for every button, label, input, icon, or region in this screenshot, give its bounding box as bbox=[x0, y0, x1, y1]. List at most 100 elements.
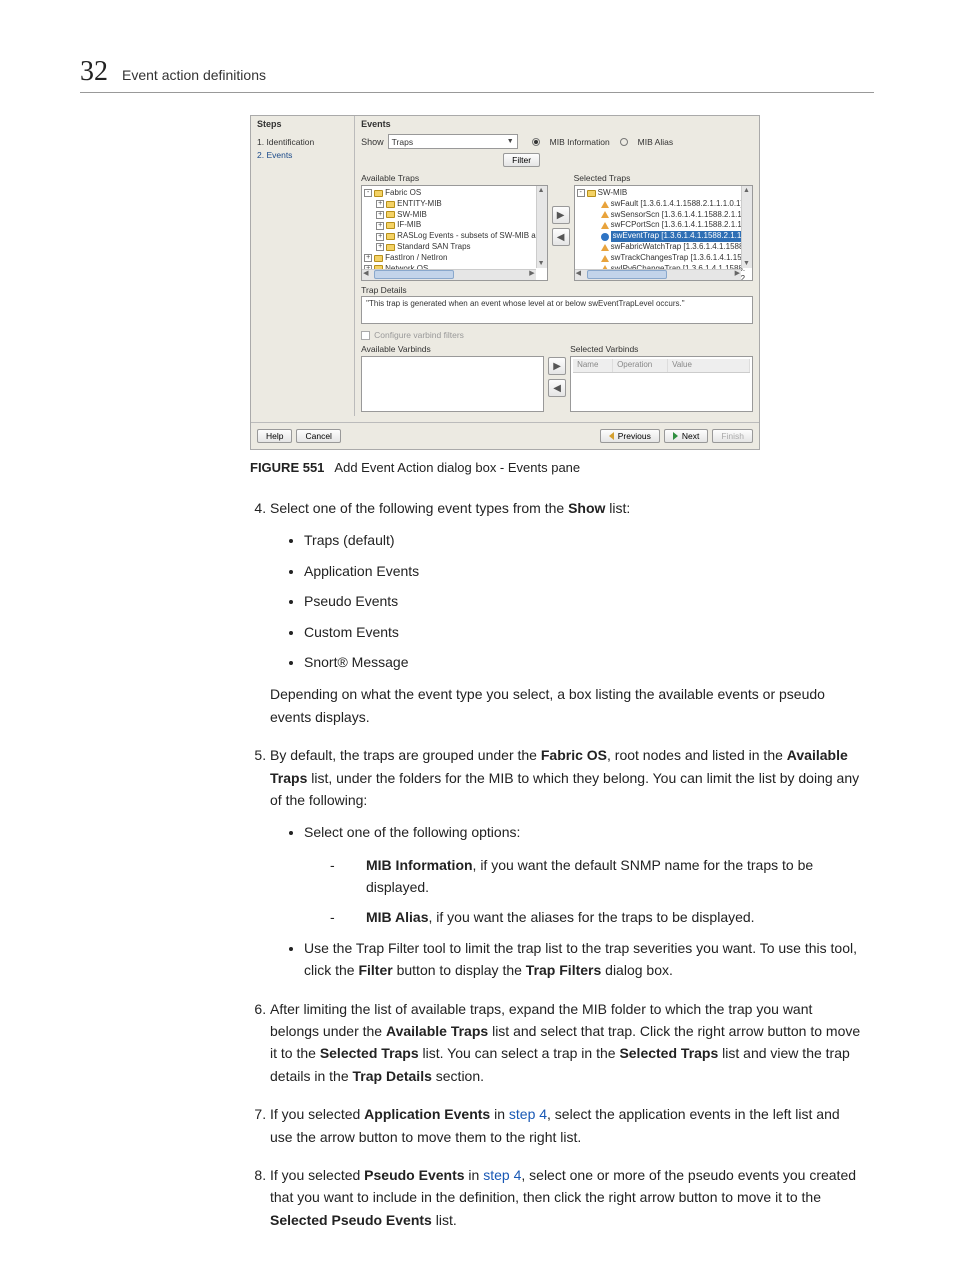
selected-traps-list[interactable]: - SW-MIB swFault [1.3.6.1.4.1.1588.2.1.1.… bbox=[574, 185, 753, 281]
events-title: Events bbox=[355, 116, 759, 132]
tree-node[interactable]: Standard SAN Traps bbox=[397, 242, 470, 253]
available-varbinds-list[interactable] bbox=[361, 356, 544, 412]
tree-node[interactable]: SW-MIB bbox=[397, 210, 427, 221]
tree-node[interactable]: RASLog Events - subsets of SW-MIB and bbox=[397, 231, 544, 242]
warning-icon bbox=[601, 222, 609, 229]
step-5: By default, the traps are grouped under … bbox=[270, 744, 864, 982]
steps-title: Steps bbox=[251, 116, 354, 132]
list-item: Pseudo Events bbox=[304, 590, 864, 612]
expand-icon[interactable]: + bbox=[376, 243, 384, 251]
tree-leaf[interactable]: swTrackChangesTrap [1.3.6.1.4.1.158 bbox=[611, 253, 746, 264]
list-item: Select one of the following options: MIB… bbox=[304, 821, 864, 929]
step-4-link[interactable]: step 4 bbox=[509, 1106, 547, 1122]
wizard-step[interactable]: 2. Events bbox=[257, 149, 348, 162]
add-event-action-dialog: Steps 1. Identification 2. Events Events… bbox=[250, 115, 760, 450]
move-right-button[interactable]: ▶ bbox=[548, 357, 566, 375]
figure-number: FIGURE 551 bbox=[250, 460, 324, 475]
collapse-icon[interactable]: - bbox=[577, 189, 585, 197]
info-icon bbox=[601, 233, 609, 241]
col-value: Value bbox=[668, 359, 750, 372]
step-7: If you selected Application Events in st… bbox=[270, 1103, 864, 1148]
mib-information-radio[interactable] bbox=[532, 138, 540, 146]
tree-node[interactable]: IF-MIB bbox=[397, 220, 421, 231]
tree-leaf[interactable]: swFCPortScn [1.3.6.1.4.1.1588.2.1.1.1 bbox=[611, 220, 749, 231]
tree-node[interactable]: FastIron / NetIron bbox=[385, 253, 447, 264]
scrollbar-vertical[interactable] bbox=[536, 186, 547, 268]
previous-button[interactable]: Previous bbox=[600, 429, 660, 443]
list-item: MIB Information, if you want the default… bbox=[348, 854, 864, 899]
move-right-button[interactable]: ▶ bbox=[552, 206, 570, 224]
list-item: Application Events bbox=[304, 560, 864, 582]
figure-caption: FIGURE 551 Add Event Action dialog box - … bbox=[250, 460, 874, 475]
list-item: Snort® Message bbox=[304, 651, 864, 673]
folder-icon bbox=[386, 233, 395, 240]
available-traps-label: Available Traps bbox=[361, 171, 547, 185]
show-dropdown[interactable]: Traps ▼ bbox=[388, 134, 518, 149]
cancel-button[interactable]: Cancel bbox=[296, 429, 340, 443]
chapter-number: 32 bbox=[80, 56, 108, 88]
varbinds-table-header: Name Operation Value bbox=[573, 359, 750, 373]
finish-button: Finish bbox=[712, 429, 753, 443]
warning-icon bbox=[601, 211, 609, 218]
trap-details-label: Trap Details bbox=[355, 281, 759, 296]
tree-leaf[interactable]: swFabricWatchTrap [1.3.6.1.4.1.1588. bbox=[611, 242, 746, 253]
tree-node[interactable]: SW-MIB bbox=[598, 188, 628, 199]
show-label: Show bbox=[361, 137, 384, 147]
step-4-link[interactable]: step 4 bbox=[483, 1167, 521, 1183]
expand-icon[interactable]: + bbox=[376, 222, 384, 230]
dialog-footer: Help Cancel Previous Next Finish bbox=[251, 422, 759, 449]
step-6: After limiting the list of available tra… bbox=[270, 998, 864, 1088]
scrollbar-thumb[interactable] bbox=[587, 270, 667, 279]
mib-alias-label: MIB Alias bbox=[638, 137, 673, 147]
events-pane: Events Show Traps ▼ MIB Information MIB … bbox=[355, 116, 759, 416]
expand-icon[interactable]: + bbox=[376, 233, 384, 241]
selected-varbinds-list[interactable]: Name Operation Value bbox=[570, 356, 753, 412]
move-left-button[interactable]: ◀ bbox=[552, 228, 570, 246]
show-dropdown-value: Traps bbox=[392, 137, 413, 147]
figure-text: Add Event Action dialog box - Events pan… bbox=[334, 460, 580, 475]
next-button[interactable]: Next bbox=[664, 429, 708, 443]
folder-icon bbox=[386, 222, 395, 229]
step-4: Select one of the following event types … bbox=[270, 497, 864, 728]
selected-varbinds-label: Selected Varbinds bbox=[570, 342, 753, 356]
tree-node[interactable]: ENTITY-MIB bbox=[397, 199, 442, 210]
scrollbar-horizontal[interactable] bbox=[575, 269, 741, 280]
trap-details-text: "This trap is generated when an event wh… bbox=[366, 299, 684, 308]
expand-icon[interactable]: + bbox=[364, 254, 372, 262]
expand-icon[interactable]: + bbox=[376, 211, 384, 219]
scrollbar-vertical[interactable] bbox=[741, 186, 752, 268]
chapter-title: Event action definitions bbox=[122, 67, 266, 83]
available-traps-list[interactable]: - Fabric OS + ENTITY-MIB + SW-MIB + IF-MIB +… bbox=[361, 185, 547, 281]
help-button[interactable]: Help bbox=[257, 429, 292, 443]
scrollbar-thumb[interactable] bbox=[374, 270, 454, 279]
move-left-button[interactable]: ◀ bbox=[548, 379, 566, 397]
tree-leaf[interactable]: swFault [1.3.6.1.4.1.1588.2.1.1.1.0.1] bbox=[611, 199, 743, 210]
configure-varbind-checkbox[interactable] bbox=[361, 331, 370, 340]
mib-information-label: MIB Information bbox=[550, 137, 610, 147]
selected-traps-label: Selected Traps bbox=[574, 171, 753, 185]
list-item: Use the Trap Filter tool to limit the tr… bbox=[304, 937, 864, 982]
warning-icon bbox=[601, 244, 609, 251]
tree-leaf-selected[interactable]: swEventTrap [1.3.6.1.4.1.1588.2.1.1.1 bbox=[611, 231, 750, 242]
folder-icon bbox=[386, 201, 395, 208]
folder-icon bbox=[386, 244, 395, 251]
instruction-list: Select one of the following event types … bbox=[80, 497, 874, 1231]
wizard-step[interactable]: 1. Identification bbox=[257, 136, 348, 149]
tree-leaf[interactable]: swSensorScn [1.3.6.1.4.1.1588.2.1.1 bbox=[611, 210, 742, 221]
mib-alias-radio[interactable] bbox=[620, 138, 628, 146]
col-name: Name bbox=[573, 359, 613, 372]
warning-icon bbox=[601, 201, 609, 208]
list-item: MIB Alias, if you want the aliases for t… bbox=[348, 906, 864, 928]
chevron-down-icon: ▼ bbox=[507, 138, 514, 145]
collapse-icon[interactable]: - bbox=[364, 189, 372, 197]
tree-node[interactable]: Fabric OS bbox=[385, 188, 421, 199]
folder-icon bbox=[374, 190, 383, 197]
folder-icon bbox=[386, 211, 395, 218]
page-header: 32 Event action definitions bbox=[80, 56, 874, 93]
available-varbinds-label: Available Varbinds bbox=[361, 342, 544, 356]
filter-button[interactable]: Filter bbox=[503, 153, 540, 167]
warning-icon bbox=[601, 255, 609, 262]
expand-icon[interactable]: + bbox=[376, 200, 384, 208]
scrollbar-horizontal[interactable] bbox=[362, 269, 535, 280]
list-item: Traps (default) bbox=[304, 529, 864, 551]
